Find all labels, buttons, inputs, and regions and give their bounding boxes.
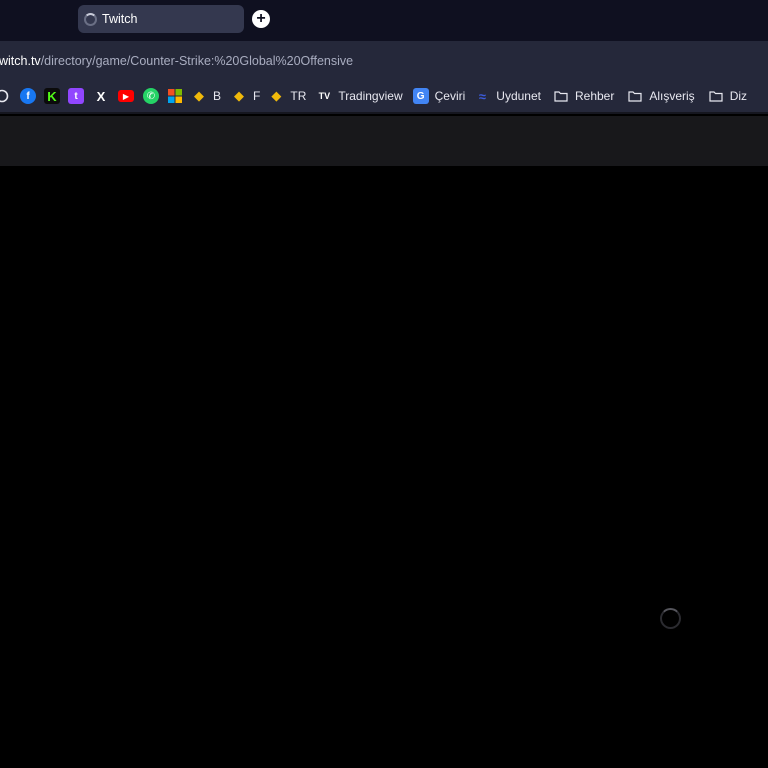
partial-icon-icon: [0, 88, 10, 104]
tab-title: Twitch: [102, 12, 138, 26]
microsoft-icon: [167, 88, 183, 104]
x-icon: X: [96, 88, 106, 104]
bookmark-label: Çeviri: [434, 89, 466, 103]
bookmark-label: TR: [290, 89, 307, 103]
tab-strip: Twitch +: [0, 0, 768, 41]
ceviri-icon: G: [412, 88, 429, 104]
new-tab-button[interactable]: +: [252, 10, 270, 28]
loading-spinner-icon: [84, 12, 97, 26]
bookmark-facebook[interactable]: f: [20, 86, 36, 106]
bookmark-folder-rehber[interactable]: Rehber: [553, 86, 614, 106]
bookmark-binance-f[interactable]: ◆ F: [231, 86, 260, 106]
bookmark-folder-alisveris[interactable]: Alışveriş: [627, 86, 695, 106]
folder-alisveris-icon: [627, 88, 643, 104]
bookmark-label: Alışveriş: [649, 89, 695, 103]
bookmark-label: Diz: [729, 89, 748, 103]
folder-diz-icon: [708, 88, 724, 104]
bookmark-label: B: [213, 89, 222, 103]
binance-tr-icon: ◆: [271, 88, 282, 103]
bookmark-x[interactable]: X: [93, 86, 109, 106]
address-bar[interactable]: witch.tv/directory/game/Counter-Strike:%…: [0, 41, 768, 80]
youtube-icon: ▶: [118, 90, 134, 102]
bookmark-youtube[interactable]: ▶: [118, 86, 134, 106]
facebook-icon: f: [20, 88, 36, 104]
url-host: witch.tv: [0, 53, 41, 68]
bookmark-partial-icon[interactable]: [0, 86, 10, 106]
bookmark-label: F: [253, 89, 261, 103]
whatsapp-icon: ✆: [143, 88, 159, 104]
bookmark-label: Rehber: [574, 89, 615, 103]
bookmark-binance-tr[interactable]: ◆ TR: [268, 86, 306, 106]
binance-b-icon: ◆: [194, 88, 204, 103]
page-header-strip: [0, 116, 768, 166]
folder-rehber-icon: [553, 88, 569, 104]
bookmark-label: Tradingview: [338, 89, 403, 103]
bookmark-microsoft[interactable]: [167, 86, 183, 106]
url-text[interactable]: witch.tv/directory/game/Counter-Strike:%…: [0, 54, 353, 68]
page-content: [0, 166, 768, 768]
bookmarks-bar: f Kt X ▶ ✆ ◆ B ◆ F ◆ TR TV Tradingview G Çeviri ≈ Uydune…: [0, 80, 768, 114]
tab-twitch[interactable]: Twitch: [78, 5, 244, 33]
twitch-icon: t: [68, 88, 84, 104]
bookmark-label: Uydunet: [496, 89, 541, 103]
bookmark-whatsapp[interactable]: ✆: [143, 86, 159, 106]
bookmark-uydunet[interactable]: ≈ Uydunet: [474, 86, 541, 106]
uydunet-icon: ≈: [478, 88, 486, 104]
bookmark-folder-diz[interactable]: Diz: [708, 86, 747, 106]
tradingview-icon: TV: [318, 91, 331, 101]
bookmark-kick[interactable]: K: [44, 86, 60, 106]
bookmark-twitch[interactable]: t: [68, 86, 84, 106]
page-loading-spinner-icon: [660, 608, 681, 629]
kick-icon: K: [44, 88, 60, 104]
bookmark-binance-b[interactable]: ◆ B: [191, 86, 221, 106]
bookmark-ceviri[interactable]: G Çeviri: [412, 86, 466, 106]
binance-f-icon: ◆: [234, 88, 245, 103]
url-path: /directory/game/Counter-Strike:%20Global…: [40, 53, 354, 68]
bookmark-tradingview[interactable]: TV Tradingview: [316, 86, 403, 106]
